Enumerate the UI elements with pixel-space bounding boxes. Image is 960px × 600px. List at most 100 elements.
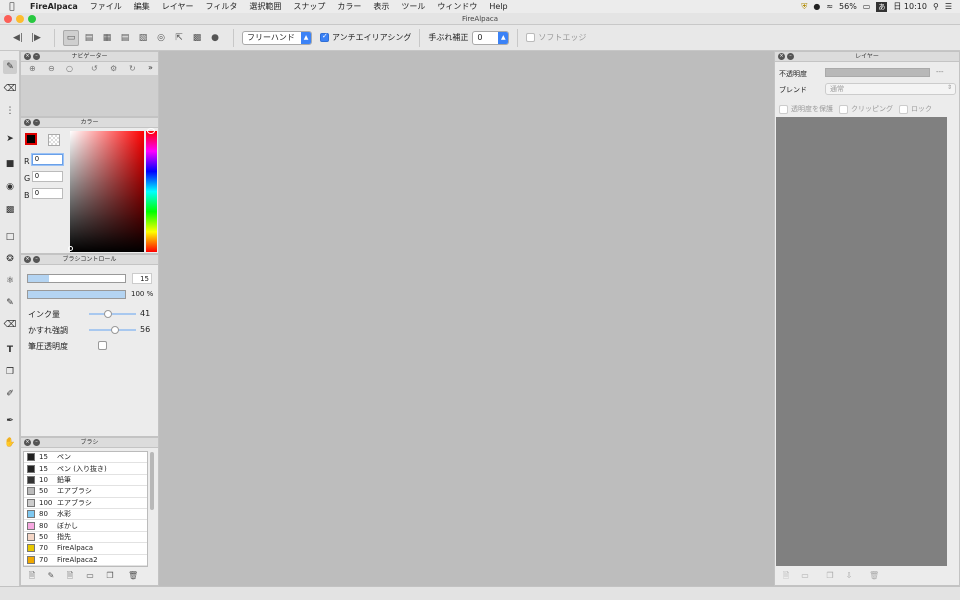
protect-toggle[interactable]: 透明度を保護 xyxy=(779,104,833,114)
menu-file[interactable]: ファイル xyxy=(84,1,128,12)
saturation-value-picker[interactable] xyxy=(70,131,144,252)
lock-toggle[interactable]: ロック xyxy=(899,104,932,114)
list-item[interactable]: 80 ぼかし xyxy=(24,520,147,532)
menu-color[interactable]: カラー xyxy=(331,1,367,12)
undo-icon[interactable]: ◀| xyxy=(10,30,26,46)
menu-list-icon[interactable]: ☰ xyxy=(945,2,952,11)
pressure-checkbox[interactable] xyxy=(98,341,107,350)
brush-size-value[interactable]: 15 xyxy=(132,273,152,284)
minimize-icon[interactable]: – xyxy=(33,119,40,126)
minimize-window-button[interactable] xyxy=(16,15,24,23)
antialias-toggle[interactable]: アンチエイリアシング xyxy=(320,32,411,43)
brush-folder-icon[interactable]: ▭ xyxy=(85,571,95,580)
menu-filter[interactable]: フィルタ xyxy=(200,1,244,12)
list-item[interactable]: 50 エアブラシ xyxy=(24,486,147,498)
snap-diagonal-icon[interactable]: ▧ xyxy=(135,30,151,46)
layer-list[interactable] xyxy=(776,117,947,566)
search-icon[interactable]: ⚲ xyxy=(933,2,939,11)
blend-select[interactable]: 通常 ⇕ xyxy=(825,83,956,95)
delete-layer-icon[interactable]: 🗑 xyxy=(869,571,879,580)
transparent-color-swatch[interactable] xyxy=(48,134,60,146)
input-method-icon[interactable]: あ xyxy=(876,1,888,12)
magic-wand-tool-icon[interactable]: ⚛ xyxy=(3,274,17,288)
select-pen-tool-icon[interactable]: ✎ xyxy=(3,296,17,310)
zoom-out-icon[interactable]: ⊖ xyxy=(48,64,55,73)
rotate-right-icon[interactable]: ↻ xyxy=(129,64,136,73)
close-window-button[interactable] xyxy=(4,15,12,23)
protect-checkbox[interactable] xyxy=(779,104,788,114)
merge-layer-icon[interactable]: ⇩ xyxy=(844,571,854,580)
navigator-preview[interactable] xyxy=(21,76,158,116)
list-item[interactable]: 15 ペン (入り抜き) xyxy=(24,463,147,475)
antialias-checkbox[interactable] xyxy=(320,32,329,42)
select-tool-icon[interactable]: □ xyxy=(3,230,17,244)
brush-opacity-bar[interactable] xyxy=(27,290,126,299)
close-icon[interactable]: × xyxy=(24,119,31,126)
list-item[interactable]: 80 水彩 xyxy=(24,508,147,521)
blur-slider[interactable] xyxy=(89,326,136,334)
rotate-reset-icon[interactable]: ⚙ xyxy=(110,64,117,73)
blur-slider-knob[interactable] xyxy=(111,326,120,334)
close-icon[interactable]: × xyxy=(778,53,785,60)
clip-checkbox[interactable] xyxy=(839,104,848,114)
minimize-icon[interactable]: – xyxy=(33,256,40,263)
brush-list-scrollbar[interactable] xyxy=(150,452,154,510)
battery-icon[interactable]: ▭ xyxy=(863,2,871,11)
snap-circle-icon[interactable]: ◎ xyxy=(153,30,169,46)
b-input[interactable] xyxy=(32,188,63,199)
primary-color-swatch[interactable] xyxy=(25,133,37,145)
duplicate-brush-icon[interactable]: ❐ xyxy=(105,571,115,580)
clock[interactable]: 日 10:10 xyxy=(893,1,927,12)
delete-brush-icon[interactable]: 🗑 xyxy=(128,571,138,580)
menu-snap[interactable]: スナップ xyxy=(287,1,331,12)
fill-tool-icon[interactable]: ■ xyxy=(3,157,17,171)
shield-icon[interactable]: ⛨ xyxy=(801,2,807,12)
snap-parallel-icon[interactable]: ▤ xyxy=(81,30,97,46)
close-icon[interactable]: × xyxy=(24,439,31,446)
text-tool-icon[interactable]: T xyxy=(3,343,17,357)
menu-tool[interactable]: ツール xyxy=(395,1,431,12)
brush-dot-icon[interactable]: ● xyxy=(207,30,223,46)
list-item[interactable]: 15 ペン xyxy=(24,452,147,464)
hand-tool-icon[interactable]: ✋ xyxy=(3,436,17,450)
close-icon[interactable]: × xyxy=(24,53,31,60)
bucket-tool-icon[interactable]: ◉ xyxy=(3,180,17,194)
hue-slider[interactable] xyxy=(146,131,157,252)
list-item[interactable]: 50 指先 xyxy=(24,531,147,544)
snap-radial-icon[interactable]: ⇱ xyxy=(171,30,187,46)
zoom-in-icon[interactable]: ⊕ xyxy=(29,64,36,73)
dot-tool-icon[interactable]: ⋮ xyxy=(3,104,17,118)
list-item[interactable]: 70 FireAlpaca2 xyxy=(24,554,147,566)
duplicate-layer-icon[interactable]: ❐ xyxy=(825,571,835,580)
canvas-area[interactable] xyxy=(159,51,774,586)
wifi-icon[interactable]: ≈ xyxy=(826,2,833,11)
menu-help[interactable]: Help xyxy=(483,2,513,11)
minimize-icon[interactable]: – xyxy=(33,53,40,60)
brush-settings-icon[interactable]: 🗎 xyxy=(65,571,75,580)
list-item[interactable]: 70 FireAlpaca xyxy=(24,543,147,555)
divide-tool-icon[interactable]: ✐ xyxy=(3,387,17,401)
list-item[interactable]: 10 鉛筆 xyxy=(24,474,147,487)
soft-edge-checkbox[interactable] xyxy=(526,33,536,42)
move-tool-icon[interactable]: ➤ xyxy=(3,132,17,146)
more-icon[interactable]: » xyxy=(148,63,153,72)
stabilizer-select[interactable]: 0 ▲ xyxy=(472,30,510,45)
apple-icon[interactable]:  xyxy=(0,2,24,12)
snap-grid-icon[interactable]: ▦ xyxy=(99,30,115,46)
sync-icon[interactable]: ● xyxy=(813,2,820,11)
lasso-tool-icon[interactable]: ❂ xyxy=(3,252,17,266)
brush-size-bar[interactable] xyxy=(27,274,126,283)
new-folder-icon[interactable]: ▭ xyxy=(800,571,810,580)
close-icon[interactable]: × xyxy=(24,256,31,263)
minimize-icon[interactable]: – xyxy=(33,439,40,446)
layer-opacity-bar[interactable] xyxy=(825,68,930,77)
ink-slider-knob[interactable] xyxy=(104,310,113,318)
eyedropper-tool-icon[interactable]: ✒ xyxy=(3,414,17,428)
zoom-fit-icon[interactable]: ○ xyxy=(66,64,73,73)
rotate-left-icon[interactable]: ↺ xyxy=(91,64,98,73)
clip-toggle[interactable]: クリッピング xyxy=(839,104,893,114)
zoom-window-button[interactable] xyxy=(28,15,36,23)
menu-view[interactable]: 表示 xyxy=(367,1,395,12)
snap-off-icon[interactable]: ▭ xyxy=(63,29,79,46)
gradient-tool-icon[interactable]: ▩ xyxy=(3,203,17,217)
